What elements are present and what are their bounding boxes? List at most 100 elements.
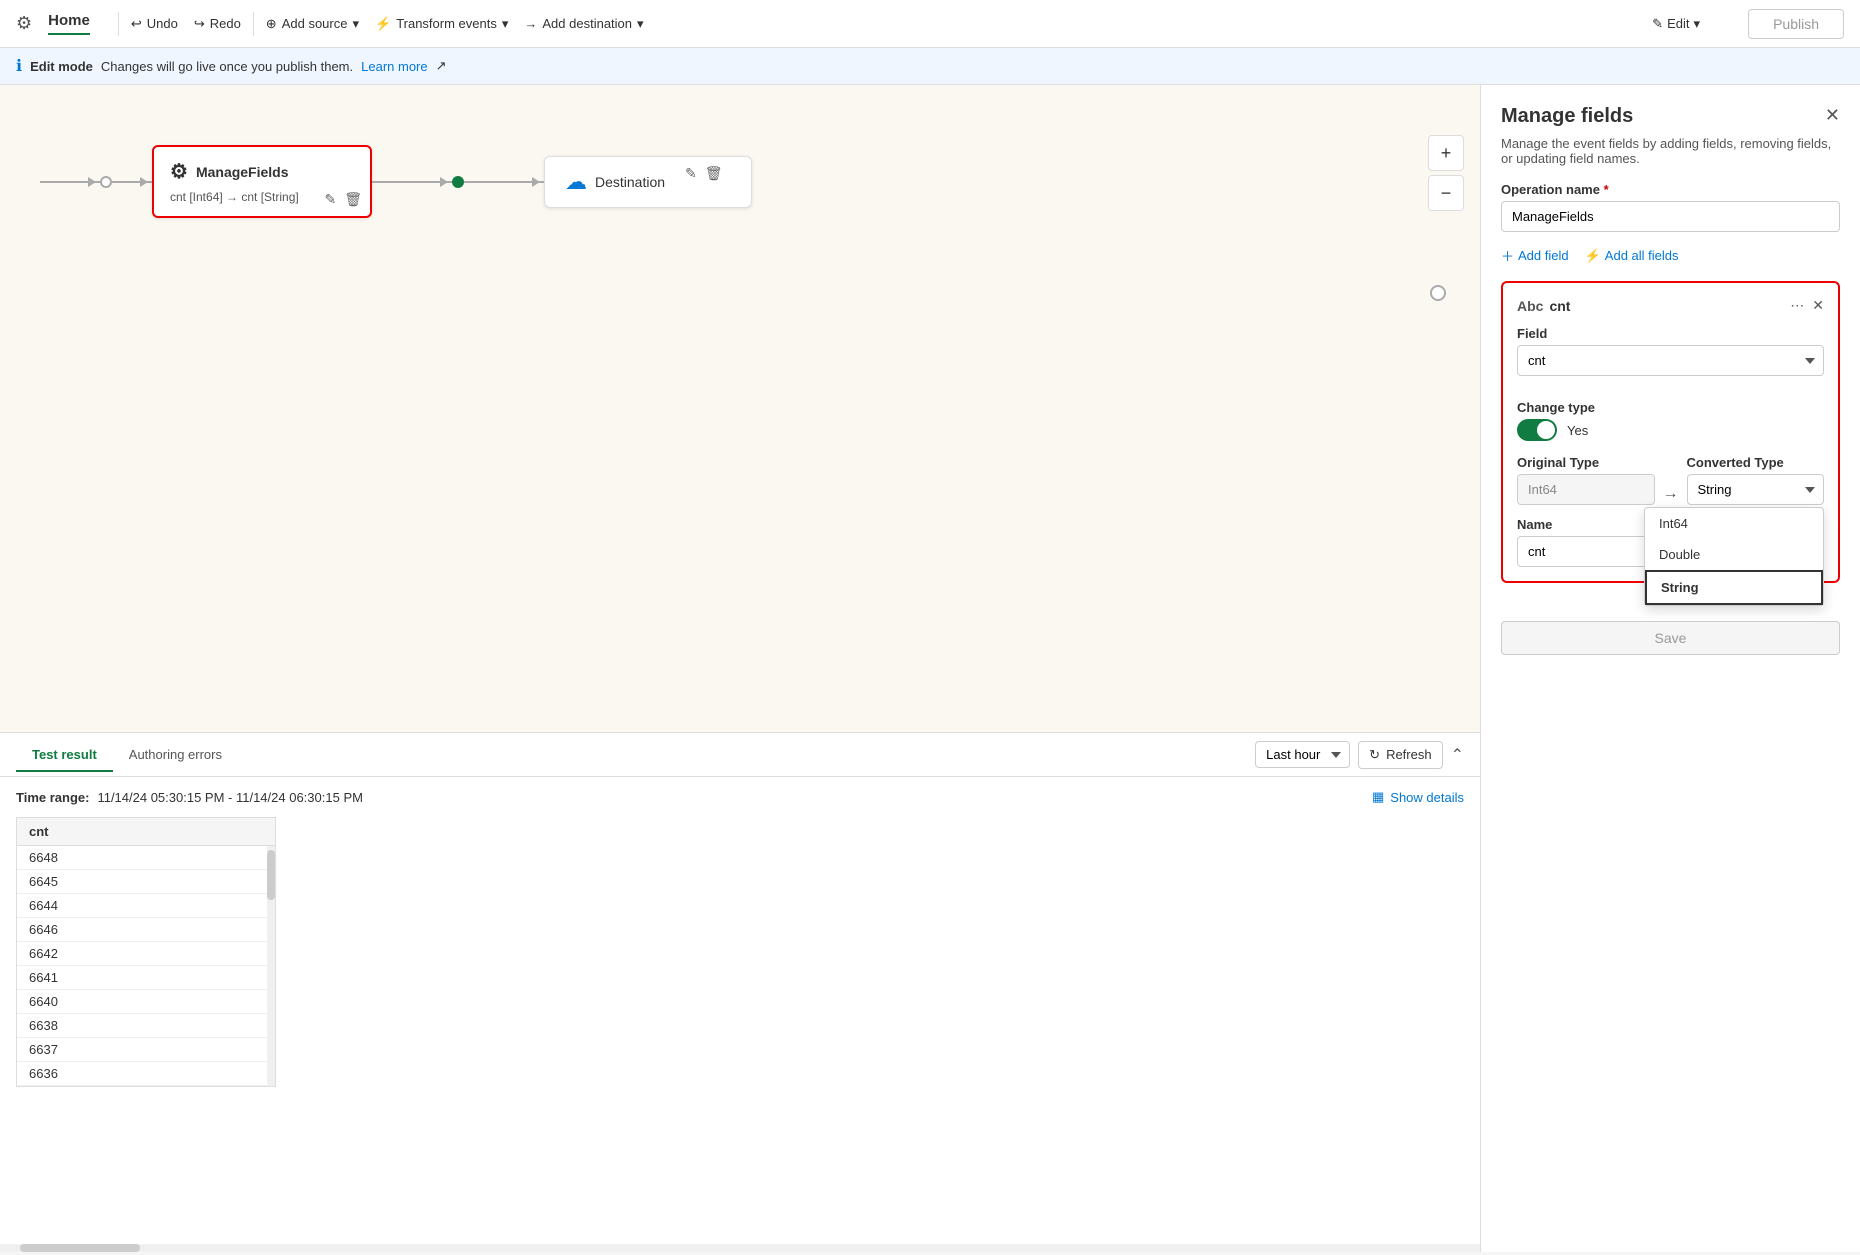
operation-name-input[interactable] — [1501, 201, 1840, 232]
show-details-icon: ▦ — [1372, 789, 1384, 805]
table-row: 6640 — [17, 990, 275, 1014]
toggle-value: Yes — [1567, 423, 1588, 438]
table-row: 6642 — [17, 942, 275, 966]
manage-fields-node[interactable]: ⚙ ManageFields cnt [Int64] → cnt [String… — [152, 145, 372, 218]
edit-chevron-icon: ▾ — [1693, 16, 1700, 32]
panel-description: Manage the event fields by adding fields… — [1501, 136, 1840, 166]
publish-button[interactable]: Publish — [1748, 9, 1844, 39]
delete-dest-button[interactable]: 🗑 — [705, 165, 723, 182]
redo-button[interactable]: ↪ Redo — [186, 12, 249, 36]
zoom-circle — [1430, 285, 1446, 301]
field-card-cnt: Abc cnt ⋯ ✕ Field cnt Change type Ye — [1501, 281, 1840, 583]
original-type-col: Original Type — [1517, 455, 1655, 505]
add-destination-button[interactable]: → Add destination ▾ — [516, 12, 651, 36]
option-double[interactable]: Double — [1645, 539, 1823, 570]
flow-container: ⚙ ManageFields cnt [Int64] → cnt [String… — [40, 145, 752, 218]
connector-line — [372, 181, 452, 183]
converted-type-dropdown-popup[interactable]: Int64 Double String — [1644, 507, 1824, 606]
field-sub-label: Field — [1517, 326, 1824, 341]
zoom-controls: + − — [1428, 135, 1464, 211]
field-select-container: cnt — [1517, 345, 1824, 388]
table-row: 6637 — [17, 1038, 275, 1062]
add-source-chevron-icon: ▾ — [352, 16, 359, 32]
add-source-button[interactable]: ⊕ Add source ▾ — [258, 12, 367, 36]
table-header: cnt — [17, 818, 275, 846]
zoom-out-button[interactable]: − — [1428, 175, 1464, 211]
tab-test-result[interactable]: Test result — [16, 737, 113, 772]
transform-icon: ⚡ — [375, 16, 391, 32]
table-row: 6645 — [17, 870, 275, 894]
external-link-icon: ↗ — [436, 58, 447, 74]
zoom-in-button[interactable]: + — [1428, 135, 1464, 171]
undo-icon: ↩ — [131, 16, 142, 32]
table-row: 6646 — [17, 918, 275, 942]
show-details-button[interactable]: ▦ Show details — [1372, 789, 1464, 805]
learn-more-link[interactable]: Learn more — [361, 59, 427, 74]
edit-node-button[interactable]: ✎ — [324, 191, 336, 208]
add-all-fields-button[interactable]: ⚡ Add all fields — [1585, 248, 1679, 264]
operation-name-label: Operation name * — [1501, 182, 1840, 197]
time-range-info: Time range: 11/14/24 05:30:15 PM - 11/14… — [16, 789, 1464, 805]
add-field-icon: ＋ — [1501, 246, 1514, 265]
nav-divider-2 — [253, 12, 254, 36]
field-select[interactable]: cnt — [1517, 345, 1824, 376]
change-type-label: Change type — [1517, 400, 1824, 415]
destination-node[interactable]: ☁ Destination ✎ 🗑 — [544, 156, 752, 208]
horizontal-scrollbar[interactable] — [0, 1244, 1480, 1252]
option-int64[interactable]: Int64 — [1645, 508, 1823, 539]
canvas-area[interactable]: ⚙ ManageFields cnt [Int64] → cnt [String… — [0, 85, 1480, 1252]
home-tab[interactable]: Home — [48, 12, 90, 35]
field-more-options-button[interactable]: ⋯ — [1790, 297, 1804, 314]
field-close-button[interactable]: ✕ — [1812, 297, 1824, 314]
panel-header: Manage fields ✕ — [1501, 105, 1840, 128]
add-destination-chevron-icon: ▾ — [637, 16, 644, 32]
data-table: cnt 6648 6645 6644 6646 6642 6641 6640 6… — [16, 817, 276, 1087]
undo-button[interactable]: ↩ Undo — [123, 12, 186, 36]
table-scrollbar[interactable] — [267, 846, 275, 1086]
option-string[interactable]: String — [1645, 570, 1823, 605]
add-destination-icon: → — [524, 16, 537, 31]
input-flow-line-2 — [112, 181, 152, 183]
delete-node-button[interactable]: 🗑 — [344, 191, 362, 208]
original-type-input — [1517, 474, 1655, 505]
h-scrollbar-thumb — [20, 1244, 140, 1252]
change-type-toggle[interactable] — [1517, 419, 1557, 441]
bottom-panel: Test result Authoring errors Last hour ↻… — [0, 732, 1480, 1252]
converted-type-col: Converted Type String Int64 Double Strin… — [1687, 455, 1825, 505]
connector-line-2 — [464, 181, 544, 183]
close-panel-button[interactable]: ✕ — [1825, 105, 1840, 126]
type-row: Original Type → Converted Type String In… — [1517, 455, 1824, 505]
toggle-thumb — [1537, 421, 1555, 439]
time-range-label: Time range: — [16, 790, 89, 805]
converted-type-select[interactable]: String — [1687, 474, 1825, 505]
required-marker: * — [1604, 182, 1609, 197]
lightning-icon: ⚡ — [1585, 248, 1601, 264]
field-card-header: Abc cnt ⋯ ✕ — [1517, 297, 1824, 314]
table-body: 6648 6645 6644 6646 6642 6641 6640 6638 … — [17, 846, 275, 1086]
input-flow-line — [40, 181, 100, 183]
destination-icon: ☁ — [565, 169, 587, 195]
input-circle — [100, 176, 112, 188]
time-range-select[interactable]: Last hour — [1255, 741, 1350, 768]
expand-button[interactable]: ⌃ — [1451, 745, 1464, 765]
save-button[interactable]: Save — [1501, 621, 1840, 655]
table-row: 6648 — [17, 846, 275, 870]
converted-type-dropdown-container: String Int64 Double String — [1687, 474, 1825, 505]
add-field-button[interactable]: ＋ Add field — [1501, 246, 1569, 265]
transform-events-button[interactable]: ⚡ Transform events ▾ — [367, 12, 516, 36]
table-row: 6644 — [17, 894, 275, 918]
edit-icon: ✎ — [1652, 16, 1663, 32]
add-source-icon: ⊕ — [266, 16, 277, 32]
bottom-content: Time range: 11/14/24 05:30:15 PM - 11/14… — [0, 777, 1480, 1099]
edit-dest-button[interactable]: ✎ — [685, 165, 697, 182]
bottom-tab-actions: Last hour ↻ Refresh ⌃ — [1255, 741, 1464, 769]
settings-icon[interactable]: ⚙ — [16, 13, 32, 34]
edit-button[interactable]: ✎ Edit ▾ — [1652, 16, 1700, 32]
table-row: 6641 — [17, 966, 275, 990]
dest-actions: ✎ 🗑 — [685, 165, 723, 182]
connector-circle — [452, 176, 464, 188]
edit-mode-label: Edit mode — [30, 59, 93, 74]
refresh-button[interactable]: ↻ Refresh — [1358, 741, 1442, 769]
tab-authoring-errors[interactable]: Authoring errors — [113, 737, 238, 772]
info-icon: ℹ — [16, 56, 22, 76]
